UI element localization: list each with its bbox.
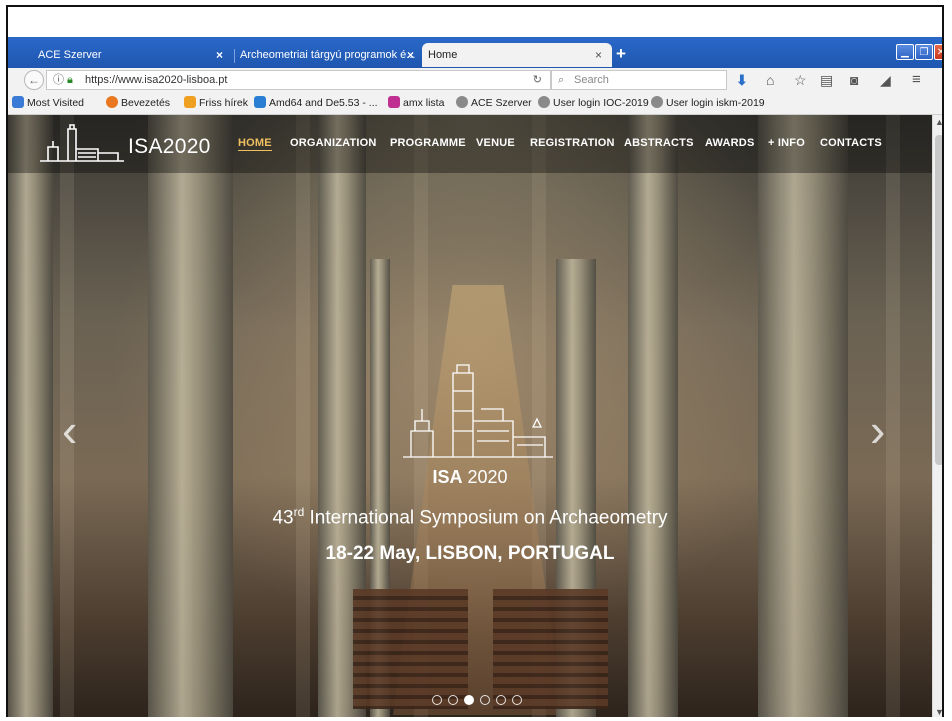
site-header: ISA2020 HOME ORGANIZATION PROGRAMME VENU… [8, 115, 932, 173]
pillar-decoration [148, 115, 233, 717]
download-icon[interactable]: ⬇ [736, 71, 748, 89]
site-logo-text[interactable]: ISA2020 [128, 135, 211, 159]
globe-icon [538, 96, 550, 108]
slide-isa-bold: ISA [432, 467, 463, 487]
pews-decoration [353, 589, 468, 709]
maximize-button[interactable]: ❐ [915, 44, 933, 60]
slider-dot-active[interactable] [464, 695, 474, 705]
tab-archeometriai[interactable]: Archeometriai tárgyú programok é... × [234, 43, 424, 67]
tab-label: ACE Szerver [38, 49, 102, 61]
globe-icon [456, 96, 468, 108]
slider-dot[interactable] [432, 695, 442, 705]
menu-contacts[interactable]: CONTACTS [820, 137, 882, 149]
menu-organization[interactable]: ORGANIZATION [290, 137, 377, 149]
slider-prev-arrow-icon[interactable]: ‹ [62, 407, 77, 453]
tab-label: Home [428, 49, 458, 61]
back-arrow-icon[interactable]: ← [24, 70, 44, 90]
pillar-decoration [8, 115, 53, 717]
send-icon[interactable]: ◢ [880, 71, 891, 89]
bookmark-friss-hirek[interactable]: Friss hírek [184, 96, 248, 111]
slider-dot[interactable] [512, 695, 522, 705]
most-visited-icon [12, 96, 24, 108]
search-input[interactable]: ⌕ Search [551, 70, 727, 90]
browser-window: ACE Szerver × Archeometriai tárgyú progr… [6, 5, 944, 717]
bookmarks-library-icon[interactable]: ▤ [820, 71, 833, 89]
bookmark-bevezetes[interactable]: Bevezetés [106, 96, 170, 111]
pillar-decoration [628, 115, 678, 717]
menu-venue[interactable]: VENUE [476, 137, 515, 149]
navigation-bar: ← ⓘ 🔒︎ https://www.isa2020-lisboa.pt ↻ ⌕… [8, 68, 942, 94]
slide-subtitle: 43rd International Symposium on Archaeom… [272, 505, 668, 529]
bookmark-user-login-iskm[interactable]: User login iskm-2019 [651, 96, 765, 111]
tab-close-icon[interactable]: × [216, 43, 223, 67]
slider-dot[interactable] [448, 695, 458, 705]
slide-event-title: ISA 2020 [8, 467, 932, 488]
page-scrollbar[interactable]: ▲ ▼ [932, 115, 942, 717]
isa-monument-logo-icon [403, 364, 553, 458]
amx-icon [388, 96, 400, 108]
scroll-down-icon[interactable]: ▼ [934, 707, 942, 717]
menu-info[interactable]: + INFO [768, 137, 805, 149]
slide-date-location: 18-22 May, LISBON, PORTUGAL [325, 543, 615, 564]
slide-isa-year: 2020 [462, 467, 508, 487]
bookmark-amx-lista[interactable]: amx lista [388, 96, 444, 111]
bookmark-most-visited[interactable]: Most Visited [12, 96, 84, 111]
s-icon [254, 96, 266, 108]
menu-abstracts[interactable]: ABSTRACTS [624, 137, 694, 149]
globe-icon [651, 96, 663, 108]
url-text[interactable]: https://www.isa2020-lisboa.pt [85, 71, 227, 89]
tab-strip: ACE Szerver × Archeometriai tárgyú progr… [8, 37, 942, 68]
search-icon: ⌕ [558, 74, 565, 86]
home-icon[interactable]: ⌂ [766, 71, 774, 89]
bookmarks-toolbar: Most Visited Bevezetés Friss hírek Amd64… [8, 93, 942, 115]
close-window-button[interactable]: ✕ [934, 44, 942, 60]
bookmark-amd64[interactable]: Amd64 and De5.53 - ... [254, 96, 378, 111]
scroll-up-icon[interactable]: ▲ [934, 117, 942, 127]
reload-icon[interactable]: ↻ [533, 71, 542, 89]
tab-ace-szerver[interactable]: ACE Szerver × [8, 43, 233, 67]
pillar-decoration [758, 115, 848, 717]
menu-awards[interactable]: AWARDS [705, 137, 754, 149]
tab-home[interactable]: Home × [422, 43, 612, 67]
menu-hamburger-icon[interactable]: ≡ [912, 71, 921, 89]
tab-label: Archeometriai tárgyú programok é... [240, 49, 416, 61]
firefox-icon [106, 96, 118, 108]
bookmark-user-login-ioc[interactable]: User login IOC-2019 [538, 96, 649, 111]
tab-close-icon[interactable]: × [595, 43, 602, 67]
search-placeholder: Search [574, 74, 609, 86]
rss-icon [184, 96, 196, 108]
slider-dot[interactable] [480, 695, 490, 705]
bookmark-ace-szerver[interactable]: ACE Szerver [456, 96, 532, 111]
pews-decoration [493, 589, 608, 709]
menu-registration[interactable]: REGISTRATION [530, 137, 615, 149]
tower-logo-icon[interactable] [38, 123, 126, 165]
pocket-icon[interactable]: ◙ [850, 71, 858, 89]
slider-next-arrow-icon[interactable]: › [870, 407, 885, 453]
menu-programme[interactable]: PROGRAMME [390, 137, 466, 149]
slider-dot[interactable] [496, 695, 506, 705]
info-icon[interactable]: ⓘ [53, 71, 64, 89]
menu-home[interactable]: HOME [238, 137, 272, 151]
minimize-button[interactable]: ▁ [896, 44, 914, 60]
bookmark-star-icon[interactable]: ☆ [794, 71, 807, 89]
tab-close-icon[interactable]: × [407, 43, 414, 67]
address-bar[interactable]: ⓘ 🔒︎ https://www.isa2020-lisboa.pt ↻ [46, 70, 551, 90]
hero-slider: ISA2020 HOME ORGANIZATION PROGRAMME VENU… [8, 115, 932, 717]
scrollbar-thumb[interactable] [935, 135, 942, 465]
new-tab-button[interactable]: + [616, 43, 626, 65]
lock-icon: 🔒︎ [67, 74, 73, 86]
